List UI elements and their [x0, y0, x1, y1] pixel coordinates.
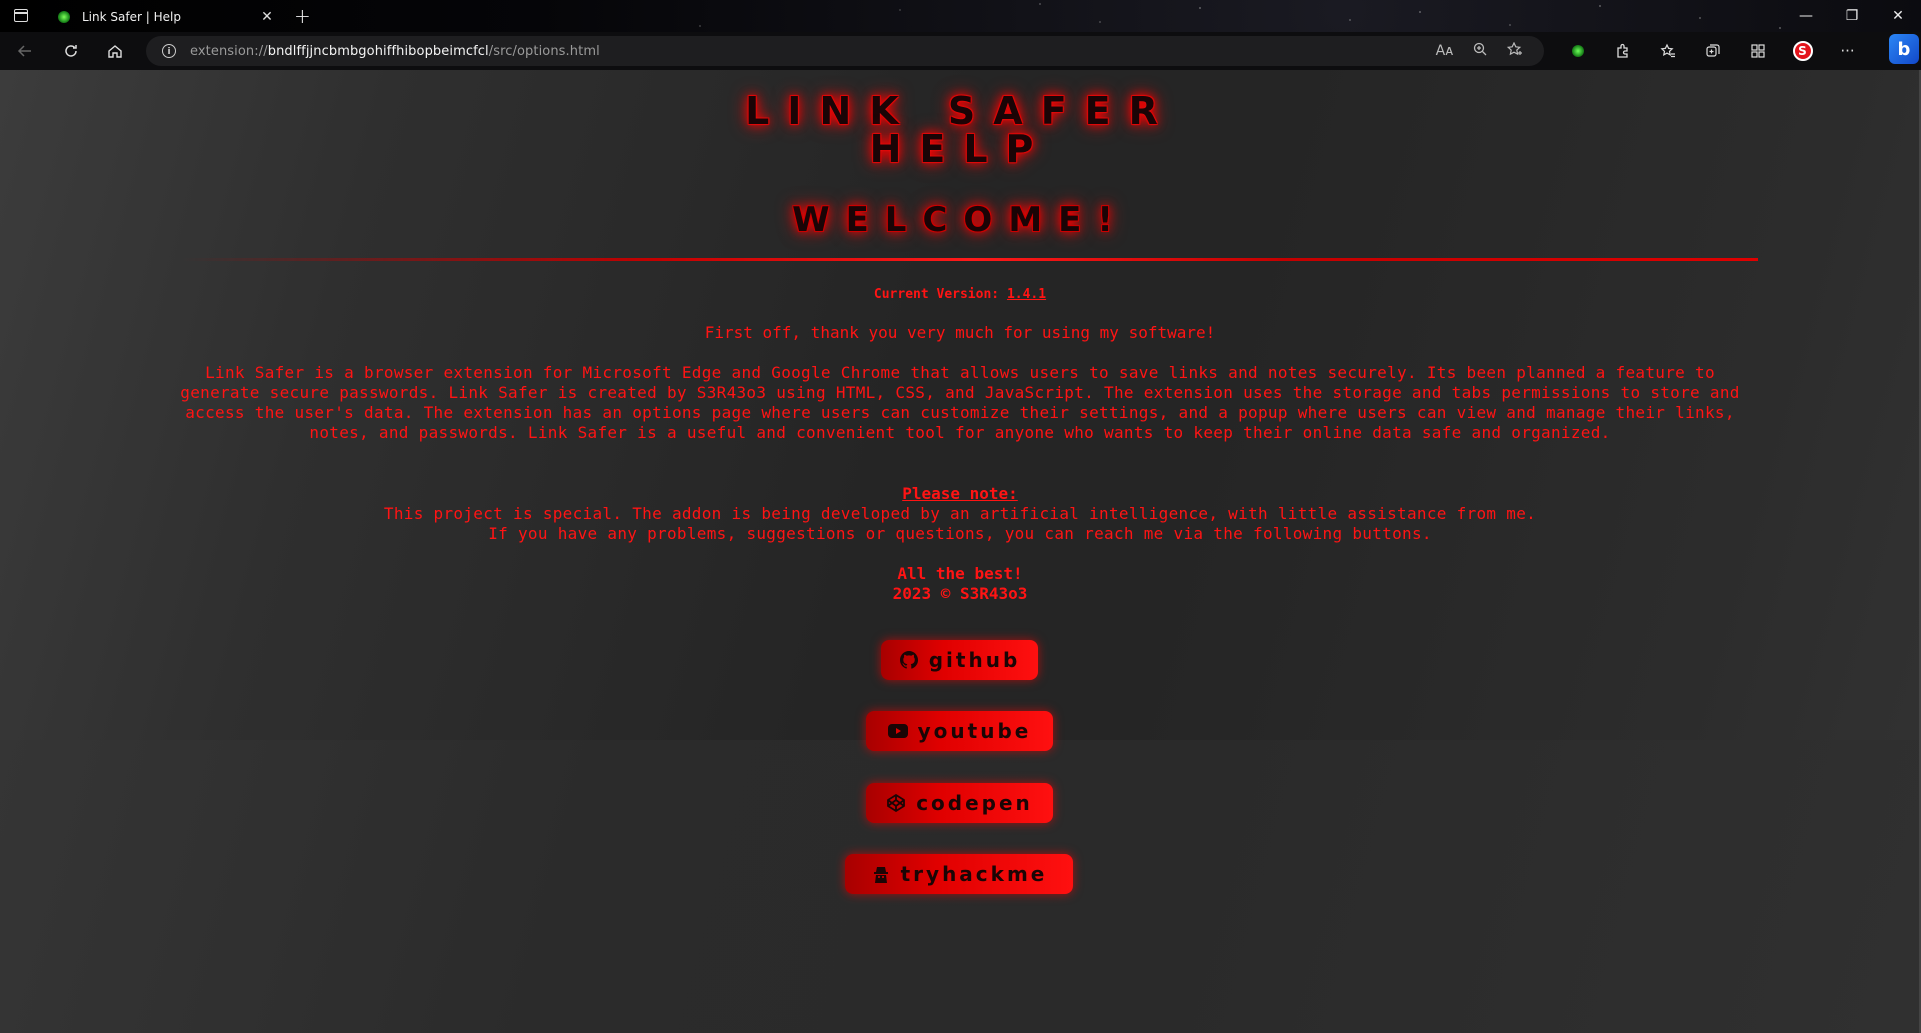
header-divider: [182, 258, 1758, 261]
home-button[interactable]: [102, 38, 128, 64]
version-link[interactable]: 1.4.1: [1007, 287, 1046, 302]
address-bar-actions: Aᴀ: [1427, 36, 1532, 66]
copyright-text: 2023 © S3R43o3: [892, 584, 1028, 603]
bing-copilot-icon[interactable]: b: [1889, 34, 1919, 64]
note-heading: Please note:: [902, 484, 1018, 503]
tryhackme-button[interactable]: tryhackme: [845, 854, 1073, 894]
site-info-icon[interactable]: i: [162, 44, 176, 58]
extension-icons: S ···: [1555, 32, 1870, 70]
tab-actions-menu-icon[interactable]: [14, 9, 28, 22]
github-label: github: [928, 648, 1021, 672]
extensions-puzzle-icon[interactable]: [1600, 43, 1645, 59]
titlebar-background: [0, 0, 1921, 32]
note-line-2: If you have any problems, suggestions or…: [488, 524, 1432, 543]
youtube-label: youtube: [917, 719, 1032, 743]
tab-link-safer-help[interactable]: Link Safer | Help ✕: [44, 2, 284, 32]
url-path: /src/options.html: [488, 43, 600, 59]
url-scheme: extension://: [190, 43, 268, 59]
url-text[interactable]: extension://bndlffjjncbmbgohiffhibopbeim…: [190, 44, 600, 59]
home-icon: [108, 45, 122, 58]
tab-title: Link Safer | Help: [82, 10, 181, 24]
browser-titlebar: Link Safer | Help ✕ + — ❐ ✕: [0, 0, 1921, 32]
profile-s-icon[interactable]: S: [1780, 41, 1825, 61]
page-title-line1: LINK SAFER: [745, 89, 1176, 133]
version-line: Current Version: 1.4.1: [170, 287, 1750, 302]
refresh-button[interactable]: [58, 38, 84, 64]
add-favorite-icon[interactable]: [1497, 41, 1532, 60]
zoom-icon[interactable]: [1462, 42, 1497, 60]
browser-toolbar: i extension://bndlffjjncbmbgohiffhibopbe…: [0, 32, 1921, 70]
read-aloud-icon[interactable]: Aᴀ: [1427, 43, 1462, 59]
minimize-button[interactable]: —: [1783, 8, 1829, 24]
note-line-1: This project is special. The addon is be…: [383, 504, 1537, 523]
address-bar[interactable]: i extension://bndlffjjncbmbgohiffhibopbe…: [146, 36, 1544, 66]
welcome-heading: WELCOME!: [792, 200, 1129, 240]
restore-button[interactable]: ❐: [1829, 8, 1875, 24]
tab-favicon-icon: [58, 11, 70, 23]
back-arrow-icon: [17, 45, 31, 57]
codepen-button[interactable]: codepen: [866, 783, 1053, 823]
youtube-button[interactable]: youtube: [866, 711, 1053, 751]
page-title-line2: HELP: [869, 127, 1052, 171]
refresh-icon: [65, 45, 77, 57]
close-window-button[interactable]: ✕: [1875, 8, 1921, 24]
apps-icon[interactable]: [1735, 43, 1780, 59]
new-tab-button[interactable]: +: [294, 4, 311, 28]
github-button[interactable]: github: [881, 640, 1038, 680]
github-icon: [899, 650, 919, 670]
page-title: LINK SAFER HELP: [0, 92, 1921, 168]
closing-text: All the best!: [897, 564, 1023, 583]
collections-icon[interactable]: [1690, 43, 1735, 59]
favorites-icon[interactable]: [1645, 43, 1690, 59]
codepen-label: codepen: [916, 791, 1033, 815]
help-page: LINK SAFER HELP WELCOME! Current Version…: [0, 70, 1921, 1033]
back-button[interactable]: [12, 38, 38, 64]
about-paragraph: Link Safer is a browser extension for Mi…: [180, 363, 1740, 442]
tab-close-icon[interactable]: ✕: [260, 9, 274, 25]
version-label: Current Version:: [873, 287, 1000, 302]
codepen-icon: [886, 793, 906, 813]
link-safer-extension-icon[interactable]: [1555, 45, 1600, 57]
more-options-icon[interactable]: ···: [1825, 42, 1870, 60]
tryhackme-icon: [871, 864, 891, 884]
tryhackme-label: tryhackme: [900, 862, 1048, 886]
window-controls: — ❐ ✕: [1783, 0, 1921, 32]
url-host: bndlffjjncbmbgohiffhibopbeimcfcl: [267, 43, 489, 59]
youtube-icon: [887, 721, 908, 741]
thanks-text: First off, thank you very much for using…: [704, 323, 1216, 342]
